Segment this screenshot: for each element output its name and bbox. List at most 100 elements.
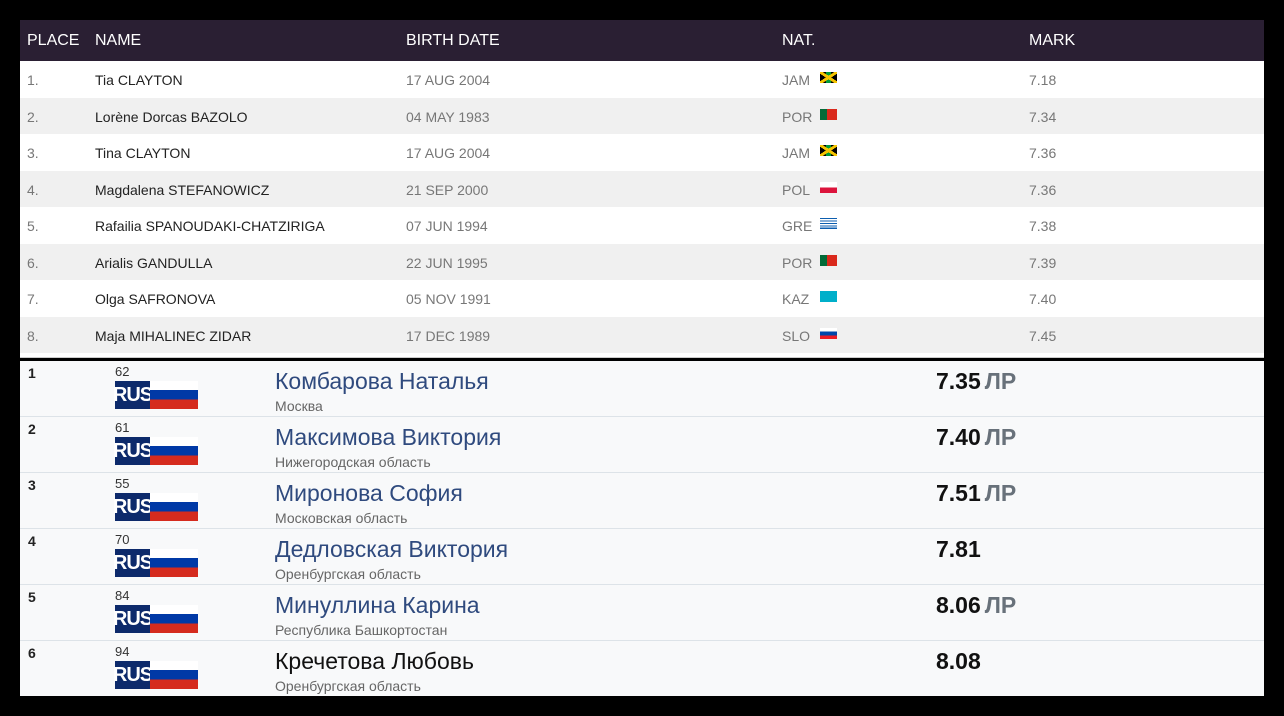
birth-date-cell: 17 AUG 2004: [406, 72, 491, 88]
table-row[interactable]: 7. Olga SAFRONOVA 05 NOV 1991 KAZ 7.40: [20, 280, 1264, 317]
athlete-name[interactable]: Olga SAFRONOVA: [95, 291, 215, 307]
header-name[interactable]: NAME: [95, 32, 141, 50]
table-row[interactable]: 6. Arialis GANDULLA 22 JUN 1995 POR 7.39: [20, 243, 1264, 280]
country-code: RUS: [113, 493, 153, 521]
place-cell: 6.: [27, 254, 39, 271]
result-mark: 7.35 ЛР: [936, 368, 1016, 395]
athlete-name-link[interactable]: Дедловская Виктория: [275, 536, 508, 563]
place-cell: 2.: [27, 108, 39, 125]
header-mark[interactable]: MARK: [1029, 32, 1075, 50]
table-body: 1. Tia CLAYTON 17 AUG 2004 JAM 7.18 2. Lorène …: [20, 61, 1264, 353]
birth-date-cell: 05 NOV 1991: [406, 291, 491, 307]
table-row[interactable]: 8. Maja MIHALINEC ZIDAR 17 DEC 1989 SLO 7.45: [20, 316, 1264, 353]
tricolor-stripes: [150, 549, 198, 577]
list-item: 6 94 RUS Кречетова Любовь Оренбургская о…: [20, 641, 1264, 696]
nationality-code: JAM: [782, 145, 810, 161]
country-code: RUS: [113, 605, 153, 633]
flag-jam-icon: [820, 145, 837, 156]
athlete-name-link[interactable]: Миронова София: [275, 480, 463, 507]
table-row[interactable]: 1. Tia CLAYTON 17 AUG 2004 JAM 7.18: [20, 61, 1264, 98]
place: 5: [28, 589, 36, 605]
mark-value: 7.51: [936, 480, 981, 506]
tricolor-stripes: [150, 661, 198, 689]
place-cell: 4.: [27, 181, 39, 198]
russia-flag-icon: RUS: [113, 437, 198, 465]
place-cell: 5.: [27, 218, 39, 234]
world-athletics-results-table: PLACE NAME BIRTH DATE NAT. MARK 1. Tia CL…: [20, 20, 1264, 358]
tricolor-stripes: [150, 493, 198, 521]
mark-cell: 7.34: [1029, 108, 1057, 125]
table-row[interactable]: 4. Magdalena STEFANOWICZ 21 SEP 2000 POL 7.3…: [20, 170, 1264, 207]
divider: [20, 353, 1264, 358]
mark-cell: 7.45: [1029, 327, 1057, 344]
list-item: 1 62 RUS Комбарова Наталья Москва 7.35 ЛР: [20, 361, 1264, 417]
country-code: RUS: [113, 549, 153, 577]
result-mark: 7.51 ЛР: [936, 480, 1016, 507]
athlete-name-link[interactable]: Комбарова Наталья: [275, 368, 489, 395]
tricolor-stripes: [150, 437, 198, 465]
place: 3: [28, 477, 36, 493]
header-nationality[interactable]: NAT.: [782, 32, 815, 50]
flag-por-icon: [820, 108, 837, 120]
birth-date-cell: 22 JUN 1995: [406, 254, 488, 271]
athlete-name[interactable]: Tina CLAYTON: [95, 145, 190, 161]
result-mark: 7.40 ЛР: [936, 424, 1016, 451]
list-item: 3 55 RUS Миронова София Московская облас…: [20, 473, 1264, 529]
mark-value: 7.81: [936, 536, 981, 562]
nationality-code: SLO: [782, 327, 811, 344]
flag-slo-icon: [820, 327, 837, 339]
athlete-name[interactable]: Maja MIHALINEC ZIDAR: [95, 328, 251, 344]
bib-number: 61: [115, 420, 130, 435]
bib-number: 70: [115, 532, 130, 547]
table-row[interactable]: 2. Lorène Dorcas BAZOLO 04 MAY 1983 POR 7.34: [20, 97, 1264, 134]
flag-gre-icon: [820, 218, 837, 229]
place: 6: [28, 645, 36, 661]
athlete-name[interactable]: Magdalena STEFANOWICZ: [95, 182, 269, 198]
region: Республика Башкортостан: [275, 622, 448, 638]
russian-results-list: 1 62 RUS Комбарова Наталья Москва 7.35 ЛР…: [20, 361, 1264, 696]
region: Московская область: [275, 510, 408, 526]
header-birth-date[interactable]: BIRTH DATE: [406, 32, 500, 50]
bib-number: 55: [115, 476, 130, 491]
place: 2: [28, 421, 36, 437]
birth-date-cell: 07 JUN 1994: [406, 218, 488, 234]
athlete-name[interactable]: Tia CLAYTON: [95, 72, 183, 88]
nationality-code: KAZ: [782, 291, 810, 307]
header-place[interactable]: PLACE: [27, 32, 79, 50]
athlete-name-link: Кречетова Любовь: [275, 648, 474, 674]
athlete-name[interactable]: Lorène Dorcas BAZOLO: [95, 109, 248, 125]
nationality-code: POR: [782, 108, 813, 125]
place-cell: 1.: [27, 72, 39, 88]
flag-jam-icon: [820, 72, 837, 83]
athlete-name[interactable]: Rafailia SPANOUDAKI-CHATZIRIGA: [95, 218, 325, 234]
personal-record-badge: ЛР: [984, 592, 1017, 618]
nationality-code: GRE: [782, 218, 813, 234]
place-cell: 7.: [27, 291, 39, 307]
table-row[interactable]: 3. Tina CLAYTON 17 AUG 2004 JAM 7.36: [20, 134, 1264, 171]
country-code: RUS: [113, 437, 153, 465]
russia-flag-icon: RUS: [113, 549, 198, 577]
personal-record-badge: ЛР: [984, 480, 1017, 506]
russia-flag-icon: RUS: [113, 493, 198, 521]
personal-record-badge: ЛР: [984, 368, 1017, 394]
athlete-name[interactable]: Arialis GANDULLA: [95, 255, 212, 271]
nationality-code: JAM: [782, 72, 810, 88]
russia-flag-icon: RUS: [113, 661, 198, 689]
mark-value: 7.40: [936, 424, 981, 450]
region: Оренбургская область: [275, 566, 421, 582]
athlete-name-link[interactable]: Минуллина Карина: [275, 592, 480, 619]
list-item: 5 84 RUS Минуллина Карина Республика Баш…: [20, 585, 1264, 641]
mark-cell: 7.39: [1029, 254, 1057, 271]
region: Оренбургская область: [275, 678, 421, 694]
table-row[interactable]: 5. Rafailia SPANOUDAKI-CHATZIRIGA 07 JUN 1…: [20, 207, 1264, 244]
mark-cell: 7.36: [1029, 181, 1057, 198]
place-cell: 8.: [27, 327, 39, 344]
athlete-name-link[interactable]: Максимова Виктория: [275, 424, 501, 451]
country-code: RUS: [113, 381, 153, 409]
country-code: RUS: [113, 661, 153, 689]
personal-record-badge: ЛР: [984, 424, 1017, 450]
flag-kaz-icon: [820, 291, 837, 302]
nationality-code: POR: [782, 254, 813, 271]
bib-number: 94: [115, 644, 130, 659]
mark-value: 7.35: [936, 368, 981, 394]
